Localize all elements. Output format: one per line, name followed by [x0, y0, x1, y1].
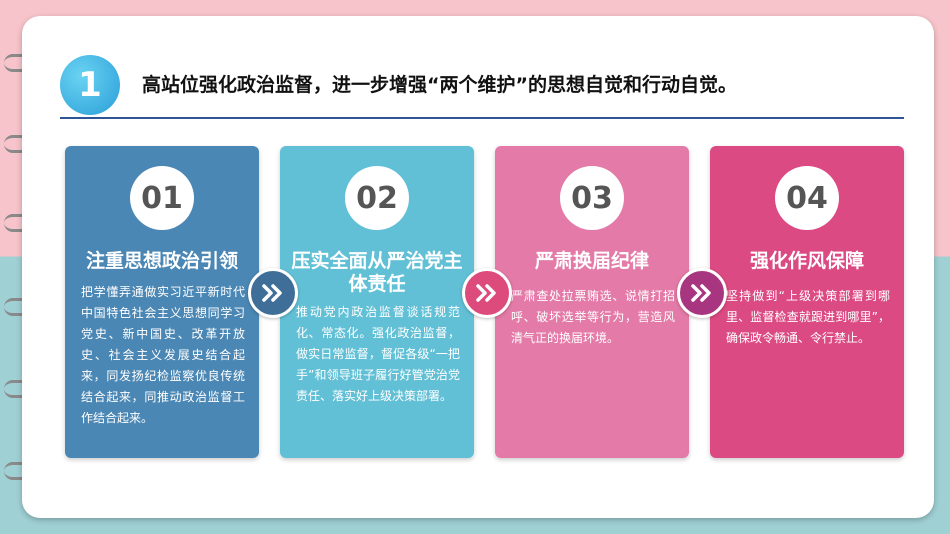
chevron-glyph	[691, 284, 711, 302]
double-chevron-right-icon	[462, 268, 512, 318]
double-chevron-right-icon	[248, 268, 298, 318]
headline-divider	[60, 117, 904, 119]
card-title: 注重思想政治引领	[85, 250, 238, 272]
card-title: 严肃换届纪律	[534, 250, 649, 272]
card-title: 压实全面从严治党主体责任	[291, 250, 463, 295]
card-body: 把学懂弄通做实习近平新时代中国特色社会主义思想同学习党史、新中国史、改革开放史、…	[81, 285, 245, 425]
card-number-badge: 02	[345, 166, 409, 230]
card-title: 强化作风保障	[749, 250, 864, 272]
card-1: 01 注重思想政治引领 把学懂弄通做实习近平新时代中国特色社会主义思想同学习党史…	[65, 146, 259, 458]
card-number-badge: 04	[775, 166, 839, 230]
chevron-glyph	[262, 284, 282, 302]
card-4: 04 强化作风保障 坚持做到“上级决策部署到哪里、监督检查就跟进到哪里”，确保政…	[710, 146, 904, 458]
card-3: 03 严肃换届纪律 严肃查处拉票贿选、说情打招呼、破坏选举等行为，营造风清气正的…	[495, 146, 689, 458]
card-number-badge: 03	[560, 166, 624, 230]
chevron-glyph	[476, 284, 496, 302]
card-number-badge: 01	[130, 166, 194, 230]
card-2: 02 压实全面从严治党主体责任 推动党内政治监督谈话规范化、常态化。强化政治监督…	[280, 146, 474, 458]
double-chevron-right-icon	[677, 268, 727, 318]
card-body: 严肃查处拉票贿选、说情打招呼、破坏选举等行为，营造风清气正的换届环境。	[511, 289, 675, 345]
card-body: 推动党内政治监督谈话规范化、常态化。强化政治监督，做实日常监督，督促各级“一把手…	[296, 305, 460, 403]
section-number-badge: 1	[60, 55, 120, 115]
section-headline: 高站位强化政治监督，进一步增强“两个维护”的思想自觉和行动自觉。	[142, 74, 737, 96]
card-body: 坚持做到“上级决策部署到哪里、监督检查就跟进到哪里”，确保政令畅通、令行禁止。	[726, 289, 890, 345]
